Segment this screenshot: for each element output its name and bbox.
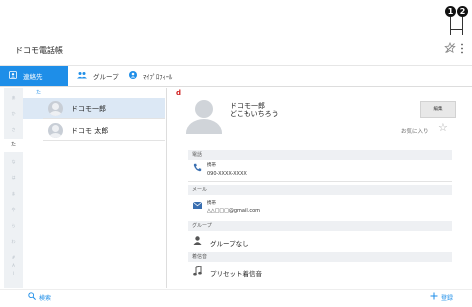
tab-contacts[interactable]: 連絡先: [0, 66, 68, 86]
index-item[interactable]: A: [4, 263, 23, 268]
search-icon: [28, 292, 36, 302]
app-title: ドコモ電話帳: [15, 46, 63, 55]
section-header-group: グループ: [188, 221, 452, 231]
phone-number[interactable]: 090-XXXX-XXXX: [207, 171, 247, 177]
index-item[interactable]: I: [4, 271, 23, 276]
index-item[interactable]: や: [4, 207, 23, 213]
section-header-mail: メール: [188, 185, 452, 195]
index-item[interactable]: さ: [4, 127, 23, 133]
favorite-filter-icon[interactable]: [444, 42, 456, 54]
profile-icon: [129, 71, 137, 81]
contact-photo[interactable]: [186, 98, 222, 134]
avatar: [48, 101, 63, 116]
mail-address[interactable]: △△□□□@gmail.com: [207, 208, 260, 214]
list-item[interactable]: ドコモ 太郎: [23, 120, 165, 141]
edit-button[interactable]: 編集: [420, 101, 456, 118]
section-header-ringtone: 着信音: [188, 252, 452, 262]
index-item[interactable]: わ: [4, 239, 23, 245]
star-icon[interactable]: ☆: [438, 122, 448, 133]
tab-profile-label: ﾏｲﾌﾟﾛﾌｨｰﾙ: [143, 73, 173, 81]
index-item-selected[interactable]: た: [4, 139, 23, 152]
list-item[interactable]: ドコモ一郎: [23, 98, 165, 119]
index-item[interactable]: な: [4, 159, 23, 165]
tab-profile[interactable]: ﾏｲﾌﾟﾛﾌｨｰﾙ: [120, 66, 210, 86]
mail-type: 携帯: [207, 201, 216, 206]
tab-groups[interactable]: グループ: [68, 66, 120, 86]
index-item[interactable]: #: [4, 255, 23, 260]
detail-reading: どこもいちろう: [230, 110, 279, 118]
overflow-menu-icon[interactable]: [460, 43, 464, 54]
index-item[interactable]: ら: [4, 223, 23, 229]
divider: [188, 181, 452, 182]
tab-contacts-label: 連絡先: [23, 73, 43, 81]
contacts-icon: [9, 71, 17, 81]
title-bar: [0, 35, 472, 66]
index-item[interactable]: か: [4, 111, 23, 117]
row-divider: [43, 118, 165, 119]
index-item[interactable]: ま: [4, 191, 23, 197]
contact-name: ドコモ一郎: [71, 105, 106, 113]
phone-icon[interactable]: [193, 163, 202, 175]
group-value[interactable]: グループなし: [210, 238, 249, 248]
group-icon: [77, 71, 87, 81]
search-button[interactable]: 検索: [28, 292, 51, 302]
callout-1: 1: [445, 6, 456, 17]
list-section-header: た: [36, 90, 42, 96]
index-strip: あ か さ た な は ま や ら わ # A I: [4, 88, 23, 288]
section-header-phone: 電話: [188, 150, 452, 160]
music-note-icon: [193, 265, 202, 279]
docomo-badge: d: [176, 89, 182, 97]
callout-2: 2: [457, 6, 468, 17]
add-icon: [430, 292, 438, 302]
person-icon: [193, 236, 202, 248]
contact-name: ドコモ 太郎: [71, 127, 109, 135]
row-divider: [43, 140, 165, 141]
bottom-bar: [0, 289, 472, 307]
search-label: 検索: [39, 294, 52, 302]
mail-icon[interactable]: [192, 201, 203, 212]
ringtone-value[interactable]: プリセット着信音: [210, 268, 262, 278]
favorite-label: お気に入り: [401, 129, 429, 135]
index-item[interactable]: は: [4, 175, 23, 181]
register-label: 登録: [441, 294, 454, 302]
index-item[interactable]: あ: [4, 95, 23, 101]
phone-type: 携帯: [207, 163, 216, 168]
tab-groups-label: グループ: [93, 73, 119, 81]
register-button[interactable]: 登録: [430, 292, 453, 302]
avatar: [48, 123, 63, 138]
callout-leader-join: [450, 29, 463, 30]
